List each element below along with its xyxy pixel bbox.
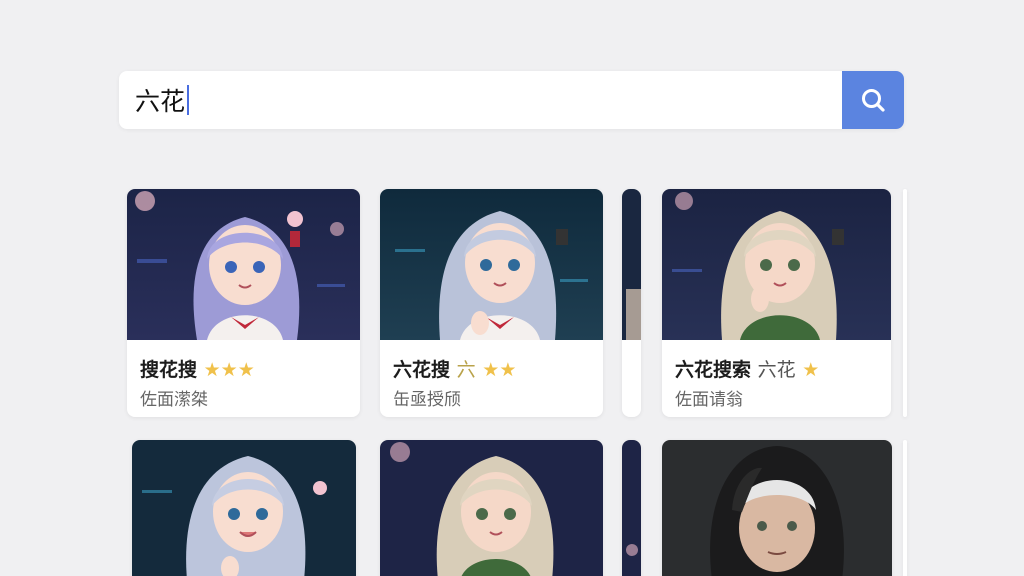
- result-card-partial: [903, 189, 907, 417]
- result-card-partial[interactable]: [622, 189, 641, 417]
- rating-stars: ★: [802, 359, 820, 381]
- rating-stars: ★★: [482, 359, 517, 381]
- result-card-6[interactable]: [662, 440, 892, 576]
- character-thumbnail: [132, 440, 356, 576]
- result-card-3[interactable]: 六花搜索 六花 ★ 佐面请翁: [662, 189, 891, 417]
- result-card-4[interactable]: [132, 440, 356, 576]
- card-title: 六花搜 六 ★★: [393, 359, 517, 381]
- character-thumbnail: [622, 440, 641, 576]
- character-thumbnail: [127, 189, 360, 340]
- result-card-partial: [903, 440, 907, 576]
- result-card-2[interactable]: 六花搜 六 ★★ 缶亟授颀: [380, 189, 603, 417]
- rating-stars: ★★★: [203, 359, 255, 381]
- character-thumbnail: [622, 189, 641, 340]
- result-card-1[interactable]: 搜花搜 ★★★ 佐面潆桀: [127, 189, 360, 417]
- card-title: 六花搜索 六花 ★: [675, 359, 820, 381]
- card-subtitle: 佐面潆桀: [140, 390, 208, 410]
- search-bar: 六花: [119, 71, 904, 129]
- character-thumbnail: [380, 440, 603, 576]
- search-icon: [862, 89, 885, 112]
- search-input[interactable]: 六花: [119, 71, 842, 129]
- character-thumbnail: [662, 189, 891, 340]
- character-thumbnail: [380, 189, 603, 340]
- result-card-5[interactable]: [380, 440, 603, 576]
- search-query: 六花: [135, 87, 186, 116]
- result-card-partial[interactable]: [622, 440, 641, 576]
- card-title: 搜花搜 ★★★: [140, 359, 255, 381]
- character-thumbnail: [662, 440, 892, 576]
- app-window: 六花 搜花搜 ★★★ 佐面潆桀 六花搜 六 ★★ 缶亟授颀 六花搜索 六花 ★ …: [0, 0, 1024, 576]
- card-subtitle: 佐面请翁: [675, 390, 743, 410]
- card-subtitle: 缶亟授颀: [393, 390, 461, 410]
- search-button[interactable]: [842, 71, 904, 129]
- text-caret: [187, 85, 190, 115]
